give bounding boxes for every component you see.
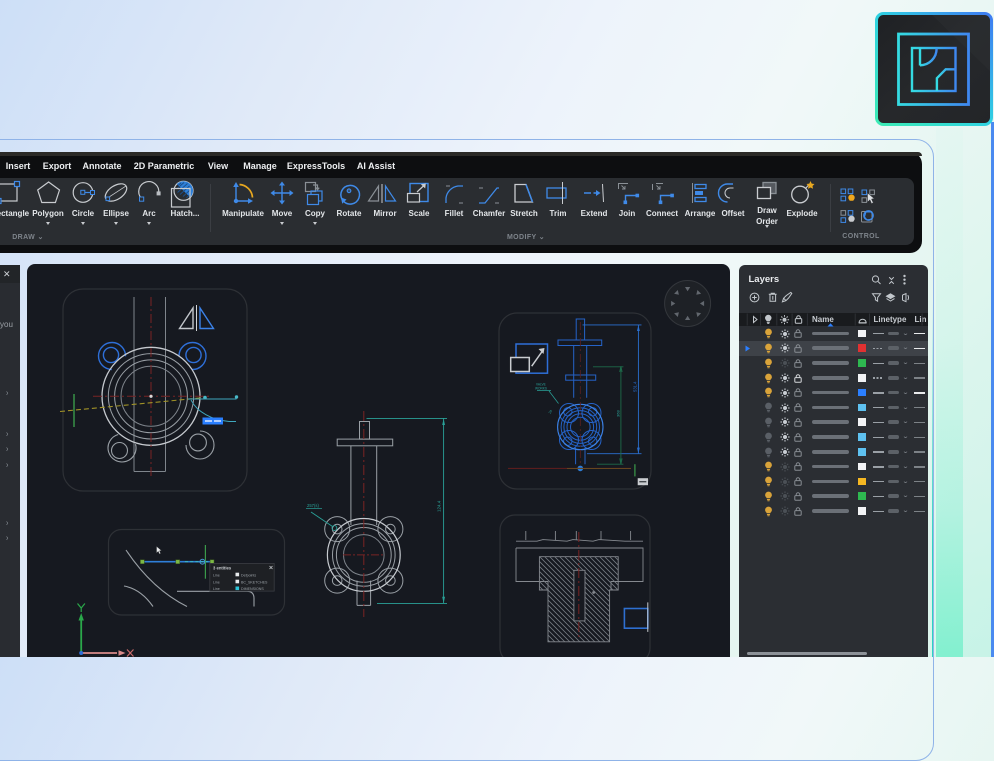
svg-text:531.4: 531.4 <box>633 381 638 392</box>
svg-text:Line: Line <box>213 587 220 591</box>
svg-text:Line: Line <box>213 580 220 584</box>
svg-text:DIMENSIONS: DIMENSIONS <box>241 587 264 591</box>
svg-text:WORKS: WORKS <box>535 387 547 391</box>
svg-text:368: 368 <box>616 410 621 417</box>
svg-text:124.4: 124.4 <box>437 500 442 512</box>
svg-text:BC_SKETCHES: BC_SKETCHES <box>241 580 268 584</box>
svg-text:24: 24 <box>548 409 553 414</box>
svg-text:Line: Line <box>213 573 220 577</box>
svg-text:Defpoints: Defpoints <box>241 573 256 577</box>
svg-text:257(s): 257(s) <box>307 503 319 508</box>
svg-text:3 entities: 3 entities <box>213 565 232 570</box>
